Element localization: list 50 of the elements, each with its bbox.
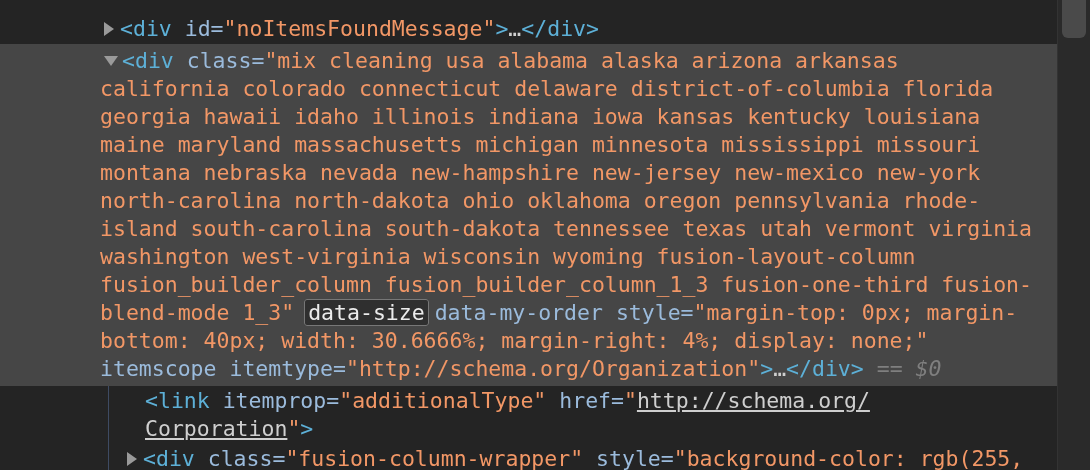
attribute-name: class=	[206, 446, 286, 470]
expand-arrow-icon[interactable]	[127, 452, 137, 466]
tag-name: </div>	[786, 356, 864, 381]
attribute-value: north-carolina north-dakota ohio oklahoma oregon pennsylvania rhode-	[100, 188, 981, 213]
attribute-value: "	[623, 388, 637, 413]
attribute-value: "fusion-column-wrapper"	[285, 446, 584, 470]
tag-name: <link	[145, 388, 210, 413]
attribute-name: data-my-order style=	[434, 300, 694, 325]
attribute-value: "mix cleaning usa alabama alaska arizona arkansas	[264, 48, 899, 73]
scrollbar-thumb[interactable]	[1062, 0, 1086, 38]
tag-name: >	[300, 416, 314, 441]
attribute-name: itemscope itemtype=	[100, 356, 346, 381]
tag-name: >	[495, 16, 509, 41]
tree-row[interactable]: <div class="fusion-column-wrapper" style="background-color: rgb(255,	[109, 444, 1057, 470]
selected-row[interactable]	[0, 44, 1057, 386]
link[interactable]: Corporation	[145, 416, 288, 441]
tree-row[interactable]: <link itemprop="additionalType" href="http://schema.org/ Corporation">	[109, 386, 1057, 444]
attribute-value: bottom: 40px; width: 30.6666%; margin-right: 4%; display: none;"	[100, 328, 929, 353]
attribute-value: "	[287, 416, 301, 441]
attribute-value: georgia hawaii idaho illinois indiana iowa kansas kentucky louisiana	[100, 104, 981, 129]
attribute-value: maine maryland massachusetts michigan minnesota mississippi missouri	[100, 132, 981, 157]
attribute-name: class=	[185, 48, 265, 73]
attribute-name: itemprop=	[221, 388, 340, 413]
tag-name: <div	[120, 16, 172, 41]
attribute-value: blend-mode 1_3"	[100, 300, 295, 325]
attribute-value: fusion_builder_column fusion_builder_column_1_3 fusion-one-third fusion-	[100, 272, 1032, 297]
attribute-name: style=	[595, 446, 674, 470]
attribute-name: href=	[558, 388, 624, 413]
tag-name: </div>	[521, 16, 599, 41]
attribute-value: "noItemsFoundMessage"	[223, 16, 496, 41]
tag-name: <div	[143, 446, 195, 470]
attribute-value: california colorado connecticut delaware district-of-columbia florida	[100, 76, 994, 101]
attribute-value: "additionalType"	[339, 388, 547, 413]
link[interactable]: http://schema.org/	[636, 388, 870, 413]
attribute-value: "margin-top: 0px; margin-	[693, 300, 1018, 325]
attribute-value: washington west-virginia wisconsin wyoming fusion-layout-column	[100, 244, 916, 269]
ellipsis-text: …	[508, 16, 522, 41]
tag-name: <div	[122, 48, 174, 73]
attribute-value: "http://schema.org/Organization"	[345, 356, 761, 381]
attribute-value: montana nebraska nevada new-hampshire new-jersey new-mexico new-york	[100, 160, 981, 185]
console-reference: $0	[915, 356, 942, 381]
attribute-value: island south-carolina south-dakota tennessee texas utah vermont virginia	[100, 216, 1032, 241]
equals-text: ==	[875, 356, 904, 381]
scrollbar[interactable]	[1057, 0, 1090, 470]
ellipsis-text: …	[773, 356, 787, 381]
tag-name: >	[760, 356, 774, 381]
collapse-arrow-icon[interactable]	[104, 56, 118, 66]
attribute-value: "background-color: rgb(255,	[673, 446, 1024, 470]
attribute-name: id=	[183, 16, 224, 41]
attribute-badge: data-size	[304, 299, 429, 326]
